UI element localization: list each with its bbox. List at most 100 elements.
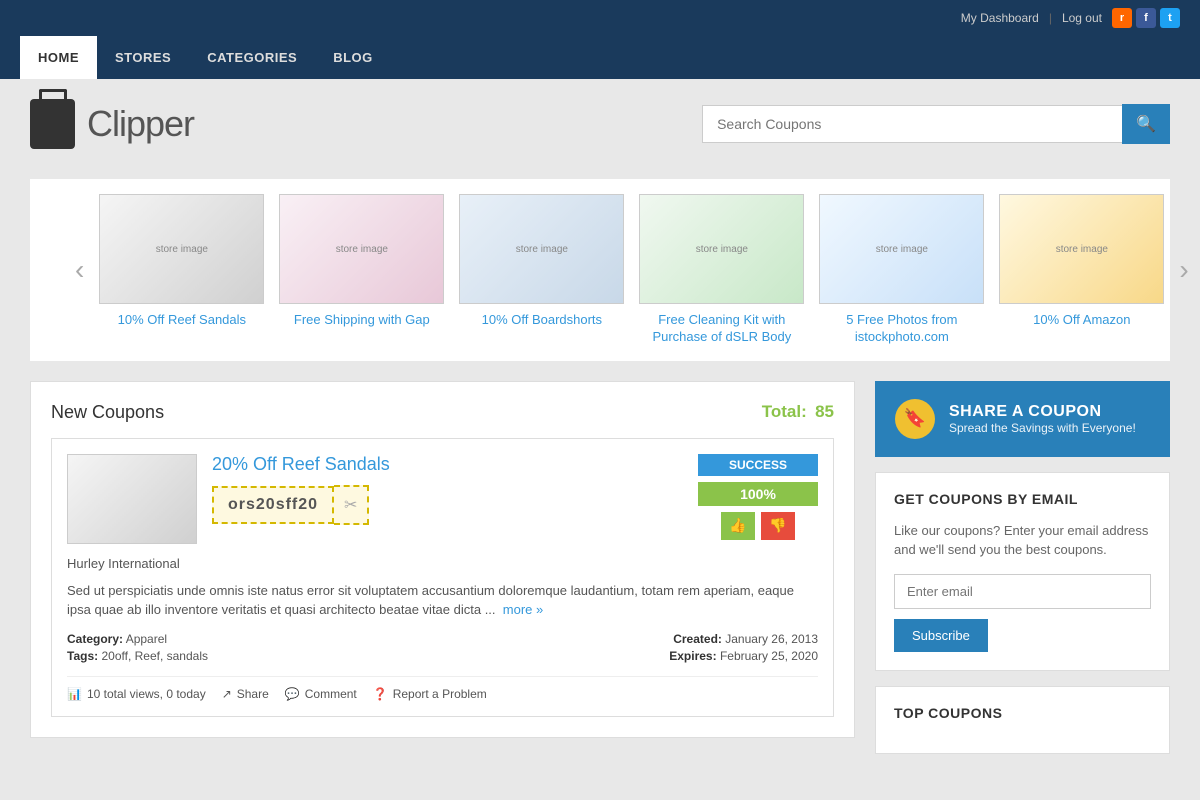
share-text-area: SHARE A COUPON Spread the Savings with E… bbox=[949, 403, 1136, 435]
twitter-icon[interactable]: t bbox=[1160, 8, 1180, 28]
main-nav: HOME STORES CATEGORIES BLOG bbox=[0, 36, 1200, 79]
coupon-title[interactable]: 20% Off Reef Sandals bbox=[212, 454, 683, 475]
report-icon: ❓ bbox=[373, 687, 388, 701]
vote-buttons: 👍 👎 bbox=[721, 512, 795, 540]
coupon-comment[interactable]: 💬 Comment bbox=[285, 687, 357, 701]
top-coupons-title: TOP COUPONS bbox=[894, 705, 1151, 721]
carousel-img-2: store image bbox=[279, 194, 444, 304]
coupons-box: New Coupons Total: 85 20% Off Reef Sanda… bbox=[30, 381, 855, 738]
logout-link[interactable]: Log out bbox=[1062, 11, 1102, 25]
main-layout: New Coupons Total: 85 20% Off Reef Sanda… bbox=[30, 381, 1170, 769]
nav-categories[interactable]: CATEGORIES bbox=[189, 36, 315, 79]
rss-icon[interactable]: r bbox=[1112, 8, 1132, 28]
content: ‹ store image 10% Off Reef Sandals store… bbox=[0, 169, 1200, 789]
carousel-item-1[interactable]: store image 10% Off Reef Sandals bbox=[99, 194, 264, 346]
bar-chart-icon: 📊 bbox=[67, 687, 82, 701]
report-label: Report a Problem bbox=[393, 687, 487, 701]
nav-stores[interactable]: STORES bbox=[97, 36, 189, 79]
success-label: SUCCESS bbox=[698, 454, 818, 476]
created-value: January 26, 2013 bbox=[725, 632, 818, 646]
coupon-meta-left: Category: Apparel Tags: 20off, Reef, san… bbox=[67, 632, 208, 666]
coupon-category: Category: Apparel bbox=[67, 632, 208, 646]
main-right: 🔖 SHARE A COUPON Spread the Savings with… bbox=[875, 381, 1170, 769]
carousel-item-3[interactable]: store image 10% Off Boardshorts bbox=[459, 194, 624, 346]
nav-blog[interactable]: BLOG bbox=[315, 36, 391, 79]
coupon-code[interactable]: ors20sff20 bbox=[212, 486, 334, 524]
carousel-img-placeholder-2: store image bbox=[336, 244, 388, 255]
coupon-description: Sed ut perspiciatis unde omnis iste natu… bbox=[67, 581, 818, 620]
carousel-label-5: 5 Free Photos from istockphoto.com bbox=[819, 312, 984, 346]
coupon-views: 📊 10 total views, 0 today bbox=[67, 687, 206, 701]
carousel-item-4[interactable]: store image Free Cleaning Kit with Purch… bbox=[639, 194, 804, 346]
carousel-next-arrow[interactable]: › bbox=[1174, 254, 1193, 286]
coupons-title: New Coupons bbox=[51, 402, 164, 423]
email-section-desc: Like our coupons? Enter your email addre… bbox=[894, 521, 1151, 560]
coupons-total: Total: 85 bbox=[762, 402, 834, 422]
carousel-img-6: store image bbox=[999, 194, 1164, 304]
dashboard-link[interactable]: My Dashboard bbox=[961, 11, 1039, 25]
carousel-item-2[interactable]: store image Free Shipping with Gap bbox=[279, 194, 444, 346]
carousel-prev-arrow[interactable]: ‹ bbox=[70, 254, 89, 286]
logo-icon bbox=[30, 99, 75, 149]
vote-up-button[interactable]: 👍 bbox=[721, 512, 755, 540]
coupon-scissors-icon[interactable]: ✂ bbox=[334, 485, 369, 525]
carousel-img-placeholder-4: store image bbox=[696, 244, 748, 255]
logo-text: Clipper bbox=[87, 103, 194, 145]
share-coupon-button[interactable]: 🔖 SHARE A COUPON Spread the Savings with… bbox=[875, 381, 1170, 457]
coupon-tags: Tags: 20off, Reef, sandals bbox=[67, 649, 208, 663]
carousel-label-2: Free Shipping with Gap bbox=[294, 312, 430, 329]
vote-down-button[interactable]: 👎 bbox=[761, 512, 795, 540]
carousel-item-6[interactable]: store image 10% Off Amazon bbox=[999, 194, 1164, 346]
coupon-store: Hurley International bbox=[67, 556, 818, 571]
coupon-more-link[interactable]: more » bbox=[503, 602, 543, 617]
coupon-thumbnail bbox=[67, 454, 197, 544]
coupons-total-label: Total: bbox=[762, 402, 807, 421]
coupons-header: New Coupons Total: 85 bbox=[51, 402, 834, 423]
coupon-footer: 📊 10 total views, 0 today ↗ Share 💬 Comm… bbox=[67, 676, 818, 701]
comment-label: Comment bbox=[305, 687, 357, 701]
coupon-success-area: SUCCESS 100% 👍 👎 bbox=[698, 454, 818, 544]
facebook-icon[interactable]: f bbox=[1136, 8, 1156, 28]
comment-icon: 💬 bbox=[285, 687, 300, 701]
email-input[interactable] bbox=[894, 574, 1151, 609]
carousel-img-placeholder-3: store image bbox=[516, 244, 568, 255]
carousel-img-placeholder-5: store image bbox=[876, 244, 928, 255]
coupon-report[interactable]: ❓ Report a Problem bbox=[373, 687, 487, 701]
logo-area: Clipper bbox=[30, 99, 194, 149]
success-bar: 100% bbox=[698, 482, 818, 506]
carousel-img-4: store image bbox=[639, 194, 804, 304]
carousel-label-3: 10% Off Boardshorts bbox=[482, 312, 602, 329]
carousel-img-1: store image bbox=[99, 194, 264, 304]
coupon-desc-text: Sed ut perspiciatis unde omnis iste natu… bbox=[67, 583, 794, 618]
carousel-label-1: 10% Off Reef Sandals bbox=[118, 312, 246, 329]
carousel-img-placeholder-6: store image bbox=[1056, 244, 1108, 255]
search-input[interactable] bbox=[702, 105, 1122, 143]
coupon-top: 20% Off Reef Sandals ors20sff20 ✂ SUCCES… bbox=[67, 454, 818, 544]
coupon-info: 20% Off Reef Sandals ors20sff20 ✂ bbox=[212, 454, 683, 544]
search-button[interactable]: 🔍 bbox=[1122, 104, 1170, 144]
views-text: 10 total views, 0 today bbox=[87, 687, 206, 701]
coupon-meta: Category: Apparel Tags: 20off, Reef, san… bbox=[67, 632, 818, 666]
tags-value: 20off, Reef, sandals bbox=[101, 649, 208, 663]
coupon-created: Created: January 26, 2013 bbox=[669, 632, 818, 646]
search-area: 🔍 bbox=[702, 104, 1170, 144]
category-value: Apparel bbox=[126, 632, 167, 646]
carousel-label-6: 10% Off Amazon bbox=[1033, 312, 1130, 329]
carousel-label-4: Free Cleaning Kit with Purchase of dSLR … bbox=[639, 312, 804, 346]
nav-home[interactable]: HOME bbox=[20, 36, 97, 79]
coupon-meta-right: Created: January 26, 2013 Expires: Febru… bbox=[669, 632, 818, 666]
carousel-section: ‹ store image 10% Off Reef Sandals store… bbox=[30, 179, 1170, 361]
coupon-share[interactable]: ↗ Share bbox=[222, 687, 269, 701]
created-label: Created: bbox=[673, 632, 722, 646]
share-label: Share bbox=[237, 687, 269, 701]
carousel-item-5[interactable]: store image 5 Free Photos from istockpho… bbox=[819, 194, 984, 346]
category-label: Category: bbox=[67, 632, 123, 646]
carousel-img-placeholder-1: store image bbox=[156, 244, 208, 255]
coupon-card: 20% Off Reef Sandals ors20sff20 ✂ SUCCES… bbox=[51, 438, 834, 717]
share-coupon-icon: 🔖 bbox=[895, 399, 935, 439]
email-signup-box: GET COUPONS BY EMAIL Like our coupons? E… bbox=[875, 472, 1170, 671]
carousel-img-5: store image bbox=[819, 194, 984, 304]
subscribe-button[interactable]: Subscribe bbox=[894, 619, 988, 652]
expires-label: Expires: bbox=[669, 649, 716, 663]
share-coupon-sub: Spread the Savings with Everyone! bbox=[949, 421, 1136, 435]
